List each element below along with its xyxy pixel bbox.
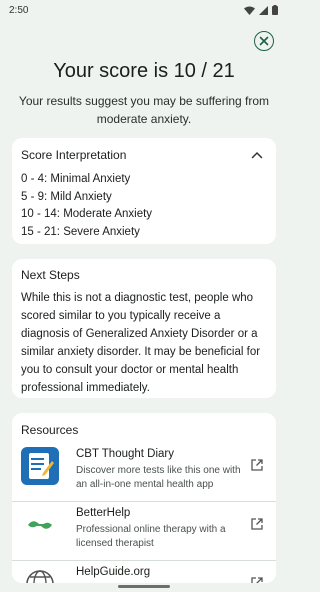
status-bar: 2:50 (0, 0, 288, 20)
chevron-up-icon[interactable] (251, 151, 263, 159)
interpretation-range: 15 - 21: Severe Anxiety (21, 225, 140, 238)
resource-description: Professional online therapy with a licen… (76, 524, 226, 549)
next-steps-card: Next Steps While this is not a diagnosti… (12, 259, 276, 398)
interpretation-list: 0 - 4: Minimal Anxiety 5 - 9: Mild Anxie… (21, 171, 267, 241)
score-title: Your score is 10 / 21 (53, 60, 235, 82)
status-time: 2:50 (9, 4, 29, 16)
score-summary: Your results suggest you may be sufferin… (18, 94, 270, 126)
interpretation-range: 0 - 4: Minimal Anxiety (21, 173, 131, 185)
external-link-icon[interactable] (250, 517, 264, 531)
resource-item-cbt-thought-diary[interactable]: CBT Thought Diary Discover more tests li… (12, 443, 276, 502)
signal-icon (259, 5, 268, 15)
wifi-icon (244, 6, 255, 15)
next-steps-body: While this is not a diagnostic test, peo… (21, 292, 261, 394)
next-steps-title: Next Steps (21, 268, 80, 282)
interpretation-range: 10 - 14: Moderate Anxiety (21, 208, 153, 220)
status-icons (244, 5, 278, 15)
close-button[interactable] (254, 31, 274, 51)
resources-card: Resources CBT Thought Diary Discover mor… (12, 413, 276, 583)
interpretation-range: 5 - 9: Mild Anxiety (21, 190, 112, 203)
external-link-icon[interactable] (250, 576, 264, 583)
resource-name: CBT Thought Diary (76, 448, 175, 460)
close-icon (259, 36, 269, 46)
resource-description: Discover more tests like this one with a… (76, 465, 241, 490)
resource-item-helpguide[interactable]: HelpGuide.org (12, 561, 276, 583)
resource-name: BetterHelp (76, 507, 131, 519)
resource-name: HelpGuide.org (76, 566, 151, 578)
resources-title: Resources (21, 423, 79, 437)
score-interpretation-card[interactable]: Score Interpretation 0 - 4: Minimal Anxi… (12, 138, 276, 244)
globe-icon (21, 565, 59, 583)
resource-item-betterhelp[interactable]: BetterHelp Professional online therapy w… (12, 502, 276, 561)
diary-app-icon (21, 447, 59, 485)
battery-icon (272, 5, 278, 15)
betterhelp-logo-icon (21, 506, 59, 544)
interpretation-title: Score Interpretation (21, 148, 127, 162)
external-link-icon[interactable] (250, 458, 264, 472)
gesture-navigation-handle[interactable] (118, 585, 170, 588)
